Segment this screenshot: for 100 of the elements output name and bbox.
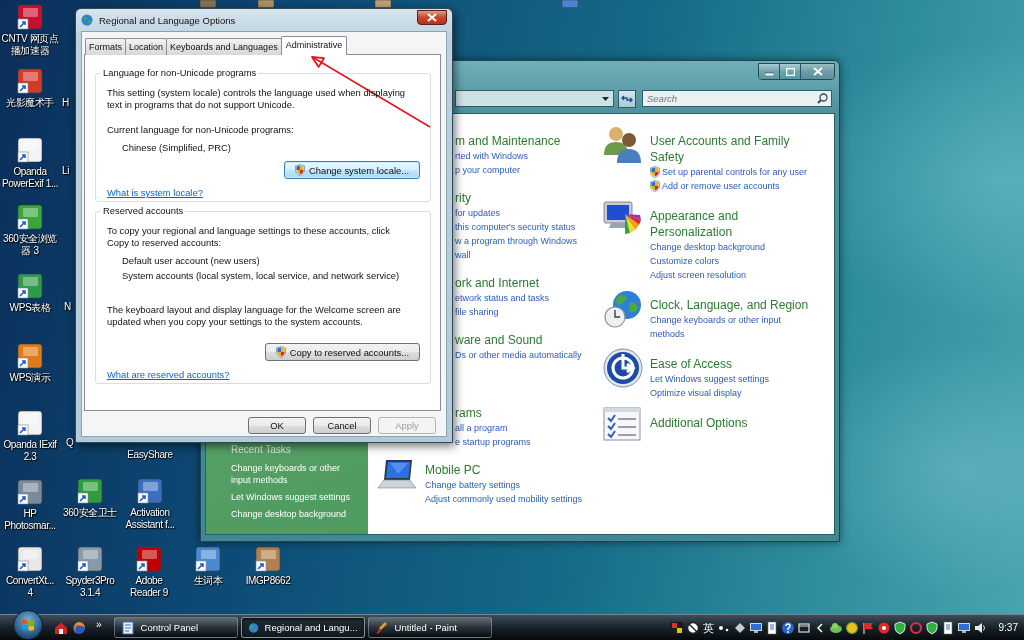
no-sign-icon[interactable] bbox=[685, 620, 700, 635]
tab[interactable]: Location bbox=[125, 38, 168, 55]
monitor-icon[interactable] bbox=[956, 620, 971, 635]
overflow-chevron[interactable]: » bbox=[96, 619, 102, 630]
category-heading[interactable]: Clock, Language, and Region bbox=[650, 297, 813, 313]
refresh-button[interactable] bbox=[618, 89, 636, 108]
category-link[interactable]: Ds or other media automatically bbox=[455, 348, 582, 362]
action-button[interactable]: Copy to reserved accounts... bbox=[264, 343, 420, 361]
action-button[interactable]: Change system locale... bbox=[283, 161, 420, 179]
shield-icon[interactable] bbox=[892, 620, 907, 635]
monitor-icon[interactable] bbox=[748, 620, 763, 635]
dialog-button[interactable]: Cancel bbox=[313, 417, 371, 434]
category-heading[interactable]: Mobile PC bbox=[425, 462, 588, 478]
category-link[interactable]: Change keyboards or other input methods bbox=[650, 313, 813, 341]
ring-icon[interactable] bbox=[908, 620, 923, 635]
category-link[interactable]: Change battery settings bbox=[425, 478, 588, 492]
category-link[interactable]: p your computer bbox=[455, 163, 561, 177]
maximize-button[interactable] bbox=[780, 64, 801, 79]
desktop-shortcut[interactable]: IMGP8662 bbox=[237, 546, 299, 587]
shortcut-icon[interactable] bbox=[257, 0, 275, 8]
shortcut-icon[interactable] bbox=[374, 0, 392, 8]
cloud-icon[interactable] bbox=[828, 620, 843, 635]
taskbar-button[interactable]: Control Panel bbox=[113, 617, 238, 638]
desktop-shortcut[interactable]: EasyShare bbox=[119, 449, 181, 461]
shortcut-icon[interactable] bbox=[199, 0, 217, 8]
circle-icon[interactable] bbox=[844, 620, 859, 635]
desktop-shortcut[interactable]: 360安全浏览器 3 bbox=[0, 204, 61, 257]
caret-icon[interactable] bbox=[602, 96, 609, 101]
search-field[interactable]: Search bbox=[642, 90, 832, 107]
tab[interactable]: Formats bbox=[85, 38, 126, 55]
desktop-shortcut[interactable]: WPS表格 bbox=[0, 273, 61, 314]
desktop-shortcut[interactable]: Opanda PowerExif 1... bbox=[0, 137, 61, 190]
category-link[interactable]: wall bbox=[455, 248, 578, 262]
category-link[interactable]: all a program bbox=[455, 421, 531, 435]
input-language-indicator[interactable]: 英 bbox=[701, 620, 715, 635]
category-heading[interactable]: rams bbox=[455, 405, 531, 421]
search-icon[interactable] bbox=[817, 93, 828, 104]
category-link[interactable]: w a program through Windows bbox=[455, 234, 578, 248]
category-link[interactable]: Set up parental controls for any user bbox=[650, 165, 813, 179]
category-heading[interactable]: rity bbox=[455, 190, 578, 206]
category-link[interactable]: this computer's security status bbox=[455, 220, 578, 234]
start-button[interactable] bbox=[13, 609, 43, 640]
help-link[interactable]: What is system locale? bbox=[107, 187, 203, 199]
taskbar-button[interactable]: Regional and Langu... bbox=[240, 617, 365, 638]
desktop-shortcut[interactable]: Activation Assistant f... bbox=[119, 478, 181, 531]
category-heading[interactable]: Appearance and Personalization bbox=[650, 208, 813, 240]
flag-icon[interactable] bbox=[860, 620, 875, 635]
desktop-shortcut[interactable]: 光影魔术手 bbox=[0, 68, 61, 109]
shortcut-label[interactable]: Q bbox=[66, 437, 74, 449]
house-icon[interactable] bbox=[54, 620, 68, 635]
category-heading[interactable]: User Accounts and Family Safety bbox=[650, 133, 813, 165]
tab[interactable]: Administrative bbox=[280, 36, 348, 55]
close-button[interactable] bbox=[417, 9, 447, 25]
category-link[interactable]: Add or remove user accounts bbox=[650, 179, 813, 193]
desktop-shortcut[interactable]: CNTV 网页点播加速器 bbox=[0, 4, 61, 57]
category-link[interactable]: Adjust screen resolution bbox=[650, 268, 813, 282]
desktop-shortcut[interactable]: Adobe Reader 9 bbox=[121, 546, 177, 599]
desktop-shortcut[interactable]: Spyder3Pro 3.1.4 bbox=[59, 546, 121, 599]
category-link[interactable]: Optimize visual display bbox=[650, 386, 813, 400]
category-heading[interactable]: m and Maintenance bbox=[455, 133, 561, 149]
help-link[interactable]: What are reserved accounts? bbox=[107, 369, 230, 381]
clock-text[interactable]: 9:37 bbox=[998, 622, 1020, 633]
disc-icon[interactable] bbox=[876, 620, 891, 635]
shortcut-label[interactable]: H bbox=[62, 97, 69, 109]
desktop-shortcut[interactable]: Opanda IExif 2.3 bbox=[0, 410, 61, 463]
desktop-shortcut[interactable]: 360安全卫士 bbox=[59, 478, 121, 519]
category-heading[interactable]: Ease of Access bbox=[650, 356, 813, 372]
tab[interactable]: Keyboards and Languages bbox=[166, 38, 282, 55]
grid-tile-icon[interactable] bbox=[669, 620, 684, 635]
document-icon[interactable] bbox=[940, 620, 955, 635]
category-link[interactable]: Change desktop background bbox=[650, 240, 813, 254]
category-link[interactable]: Let Windows suggest settings bbox=[650, 372, 813, 386]
desktop-shortcut[interactable]: ConvertXt... 4 bbox=[4, 546, 56, 599]
category-link[interactable]: rted with Windows bbox=[455, 149, 561, 163]
shortcut-label[interactable]: N bbox=[64, 301, 71, 313]
category-link[interactable]: Adjust commonly used mobility settings bbox=[425, 492, 588, 506]
dialog-button[interactable]: OK bbox=[248, 417, 306, 434]
refresh-icon bbox=[621, 92, 633, 105]
shield-icon[interactable] bbox=[924, 620, 939, 635]
document-icon[interactable] bbox=[764, 620, 779, 635]
category-link[interactable]: e startup programs bbox=[455, 435, 531, 449]
brush-icon bbox=[374, 620, 389, 635]
desktop-shortcut[interactable]: 生词本 bbox=[177, 546, 239, 587]
category-link[interactable]: Customize colors bbox=[650, 254, 813, 268]
category-link[interactable]: file sharing bbox=[455, 305, 550, 319]
category-link[interactable]: etwork status and tasks bbox=[455, 291, 550, 305]
category-heading[interactable]: ware and Sound bbox=[455, 332, 582, 348]
window-icon[interactable] bbox=[796, 620, 811, 635]
shortcut-label[interactable]: Li bbox=[62, 165, 69, 177]
address-field[interactable] bbox=[455, 90, 614, 107]
desktop-shortcut[interactable]: WPS演示 bbox=[0, 343, 61, 384]
help-icon[interactable] bbox=[780, 620, 795, 635]
category-heading[interactable]: Additional Options bbox=[650, 415, 813, 431]
globe-icon[interactable] bbox=[72, 620, 86, 635]
speaker-icon[interactable] bbox=[972, 620, 987, 635]
desktop-shortcut[interactable]: HP Photosmar... bbox=[0, 479, 61, 532]
taskbar-button[interactable]: Untitled - Paint bbox=[367, 617, 492, 638]
minimize-button[interactable] bbox=[759, 64, 780, 79]
category-heading[interactable]: ork and Internet bbox=[455, 275, 550, 291]
category-link[interactable]: for updates bbox=[455, 206, 578, 220]
